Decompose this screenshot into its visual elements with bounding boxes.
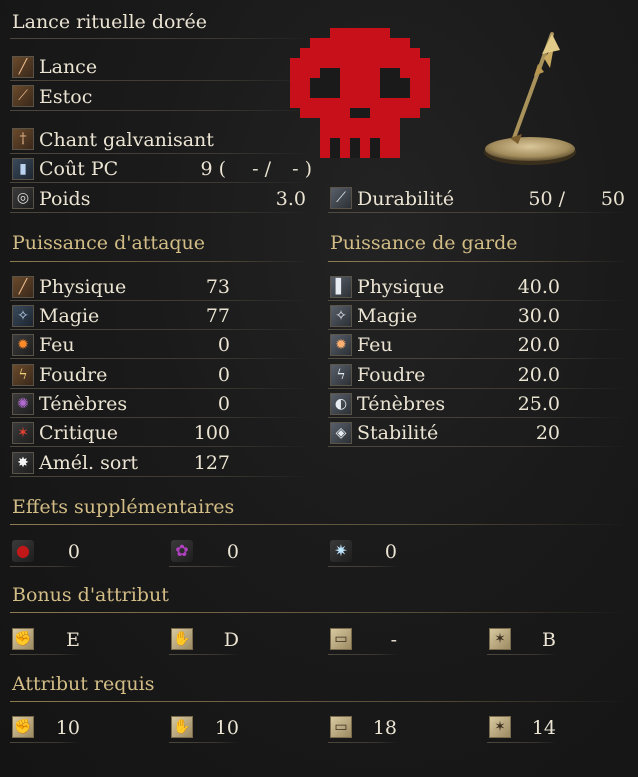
guard-label-lightning: Foudre <box>357 364 426 386</box>
stability-icon: ◈ <box>330 422 352 444</box>
dark-guard-icon: ◐ <box>330 393 352 415</box>
weapon-type-estoc: Estoc <box>39 86 93 108</box>
skull-icon <box>290 28 430 158</box>
attack-label-fire: Feu <box>39 334 75 356</box>
weapon-type-lance: Lance <box>39 56 98 78</box>
thrust-type-icon: ⟋ <box>12 85 34 107</box>
skill-icon: † <box>12 128 34 150</box>
guard-value-physical: 40.0 <box>517 276 560 298</box>
spell-buff-icon: ✸ <box>12 452 34 474</box>
req-value-dexterity: 10 <box>214 717 239 739</box>
intelligence-icon: ▭ <box>330 628 352 650</box>
weapon-image <box>484 32 576 165</box>
guard-value-fire: 20.0 <box>517 334 560 356</box>
fire-attack-icon: ✹ <box>12 334 34 356</box>
req-value-strength: 10 <box>55 717 80 739</box>
guard-label-magic: Magie <box>357 305 418 327</box>
attack-value-spellbuff: 127 <box>193 452 230 474</box>
attack-label-lightning: Foudre <box>39 364 108 386</box>
attack-value-dark: 0 <box>217 393 230 415</box>
durability-label: Durabilité <box>357 188 455 210</box>
frost-icon: ✷ <box>330 540 352 562</box>
dexterity-icon: ✋ <box>171 628 193 650</box>
bonus-value-dexterity: D <box>223 629 239 651</box>
attack-value-critical: 100 <box>193 422 230 444</box>
guard-section-title: Puissance de garde <box>330 232 518 254</box>
attack-label-magic: Magie <box>39 305 100 327</box>
bonus-value-faith: B <box>542 629 556 651</box>
attack-label-physical: Physique <box>39 276 127 298</box>
attack-section-title: Puissance d'attaque <box>12 232 206 254</box>
magic-guard-icon: ✧ <box>330 305 352 327</box>
attack-label-spellbuff: Amél. sort <box>39 452 139 474</box>
lance-type-icon: ╱ <box>12 56 34 78</box>
guard-label-dark: Ténèbres <box>357 393 446 415</box>
faith-req-icon: ✶ <box>489 716 511 738</box>
weight-value: 3.0 <box>275 188 306 210</box>
durability-max: 50 <box>600 188 625 210</box>
attack-label-dark: Ténèbres <box>39 393 128 415</box>
weight-icon: ◎ <box>12 187 34 209</box>
bonus-value-intelligence: - <box>390 629 397 651</box>
durability-current: 50 / <box>528 188 565 210</box>
poison-icon: ✿ <box>171 540 193 562</box>
dark-attack-icon: ✺ <box>12 393 34 415</box>
attack-value-physical: 73 <box>205 276 230 298</box>
fp-cost-icon: ▮ <box>12 158 34 180</box>
critical-icon: ✶ <box>12 422 34 444</box>
attack-value-lightning: 0 <box>217 364 230 386</box>
dexterity-req-icon: ✋ <box>171 716 193 738</box>
weapon-title: Lance rituelle dorée <box>12 11 207 33</box>
fp-cost-value: 9 ( <box>200 158 226 180</box>
lightning-attack-icon: ϟ <box>12 364 34 386</box>
weight-label: Poids <box>39 188 91 210</box>
attack-value-fire: 0 <box>217 334 230 356</box>
lightning-guard-icon: ϟ <box>330 364 352 386</box>
fire-guard-icon: ✹ <box>330 334 352 356</box>
fp-cost-label: Coût PC <box>39 158 119 180</box>
durability-icon: ⟋ <box>330 187 352 209</box>
strength-req-icon: ✊ <box>12 716 34 738</box>
requirements-section-title: Attribut requis <box>12 673 155 695</box>
skill-name: Chant galvanisant <box>39 129 214 151</box>
physical-attack-icon: ╱ <box>12 276 34 298</box>
attack-label-critical: Critique <box>39 422 119 444</box>
magic-attack-icon: ✧ <box>12 305 34 327</box>
req-value-faith: 14 <box>531 717 556 739</box>
guard-value-lightning: 20.0 <box>517 364 560 386</box>
guard-value-dark: 25.0 <box>517 393 560 415</box>
faith-icon: ✶ <box>489 628 511 650</box>
attack-value-magic: 77 <box>205 305 230 327</box>
guard-value-magic: 30.0 <box>517 305 560 327</box>
effect-value-bleed: 0 <box>67 541 80 563</box>
req-value-intelligence: 18 <box>372 717 397 739</box>
bonus-value-strength: E <box>66 629 80 651</box>
effect-value-poison: 0 <box>226 541 239 563</box>
guard-label-stability: Stabilité <box>357 422 439 444</box>
effects-section-title: Effets supplémentaires <box>12 496 235 518</box>
guard-value-stability: 20 <box>535 422 560 444</box>
fp-cost-mid: - / <box>252 158 271 180</box>
intelligence-req-icon: ▭ <box>330 716 352 738</box>
guard-label-physical: Physique <box>357 276 445 298</box>
bleed-icon: ● <box>12 540 34 562</box>
effect-value-frost: 0 <box>384 541 397 563</box>
physical-guard-icon: ▌ <box>330 276 352 298</box>
guard-label-fire: Feu <box>357 334 393 356</box>
bonus-section-title: Bonus d'attribut <box>12 584 169 606</box>
strength-icon: ✊ <box>12 628 34 650</box>
